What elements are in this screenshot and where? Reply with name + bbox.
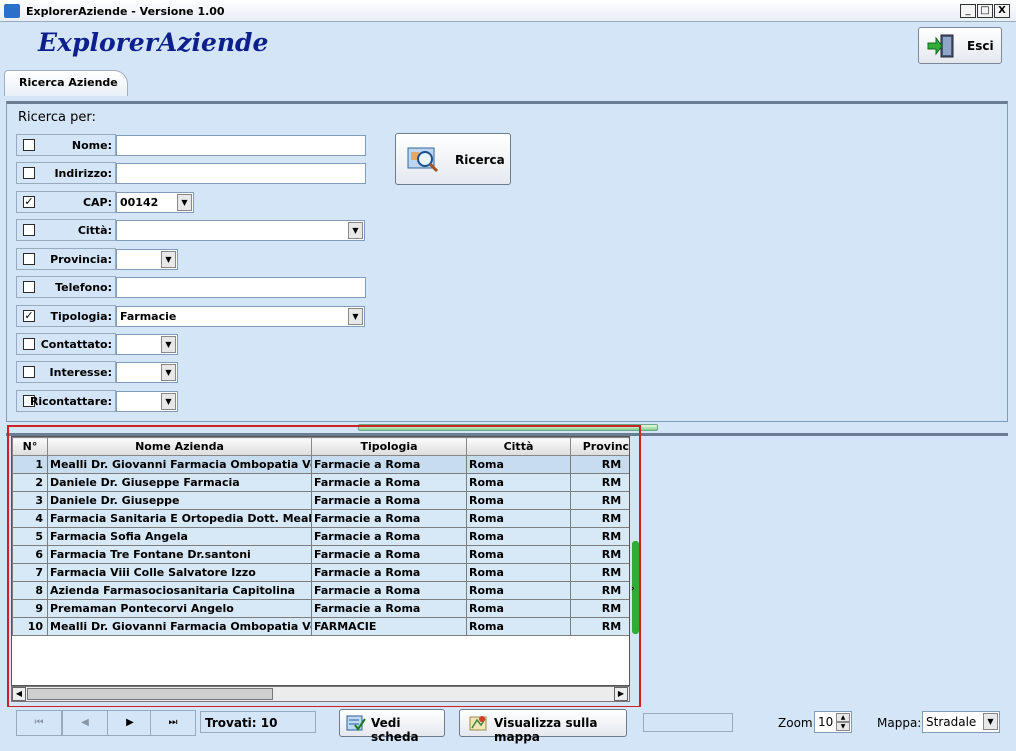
show-map-label: Visualizza sulla mappa [494,716,598,744]
indirizzo-label: Indirizzo: [54,167,112,180]
citta-checkbox[interactable] [23,224,35,236]
cap-checkbox[interactable]: ✓ [23,196,35,208]
card-check-icon [346,715,366,731]
filter-ricontattare: Ricontattare: [16,390,116,412]
filter-telefono: Telefono: [16,276,116,298]
zoom-value: 10 [818,715,834,729]
map-type-value: Stradale [926,715,977,729]
filter-interesse: Interesse: [16,361,116,383]
app-icon [4,4,20,18]
map-type-label: Mappa: [877,716,922,730]
chevron-down-icon[interactable]: ▼ [348,308,363,325]
tipologia-select[interactable]: Farmacie ▼ [116,306,365,327]
filter-cap: ✓ CAP: [16,191,116,213]
previous-record-button[interactable]: ◀ [62,710,108,736]
map-icon [469,716,487,731]
last-record-button[interactable]: ⏭ [150,710,196,736]
chevron-down-icon[interactable]: ▼ [161,393,176,410]
tipologia-label: Tipologia: [50,310,113,323]
zoom-down-icon[interactable]: ▼ [836,722,850,731]
search-icon [407,147,439,173]
tipologia-value: Farmacie [120,310,177,323]
chevron-down-icon[interactable]: ▼ [161,336,176,353]
interesse-checkbox[interactable] [23,366,35,378]
chevron-down-icon[interactable]: ▼ [983,713,998,730]
ricontattare-label: Ricontattare: [29,395,112,408]
exit-button[interactable]: Esci [918,27,1002,64]
citta-select[interactable]: ▼ [116,220,365,241]
app-brand: ExplorerAziende [38,28,269,57]
map-type-select[interactable]: Stradale ▼ [922,711,1000,733]
next-record-button[interactable]: ▶ [107,710,153,736]
filter-provincia: Provincia: [16,248,116,270]
filter-nome: Nome: [16,134,116,156]
progress-bar [643,713,733,732]
minimize-button[interactable]: _ [960,4,976,18]
provincia-checkbox[interactable] [23,253,35,265]
filter-indirizzo: Indirizzo: [16,162,116,184]
ricontattare-select[interactable]: ▼ [116,391,178,412]
search-button-label: Ricerca [455,153,505,167]
contattato-checkbox[interactable] [23,338,35,350]
provincia-label: Provincia: [50,253,112,266]
telefono-checkbox[interactable] [23,281,35,293]
results-highlight [7,425,641,708]
contattato-select[interactable]: ▼ [116,334,178,355]
filter-contattato: Contattato: [16,333,116,355]
window-title: ExplorerAziende - Versione 1.00 [26,5,225,18]
chevron-down-icon[interactable]: ▼ [177,194,192,211]
results-count: Trovati: 10 [200,711,316,733]
cap-select[interactable]: 00142 ▼ [116,192,194,213]
tipologia-checkbox[interactable]: ✓ [23,310,35,322]
search-heading: Ricerca per: [18,110,96,125]
citta-label: Città: [77,224,112,237]
provincia-select[interactable]: ▼ [116,249,178,270]
nome-label: Nome: [71,139,112,152]
nome-input[interactable] [116,135,366,156]
indirizzo-checkbox[interactable] [23,167,35,179]
exit-label: Esci [967,39,994,53]
zoom-stepper[interactable]: 10 ▲ ▼ [814,711,852,733]
telefono-label: Telefono: [55,281,112,294]
maximize-button[interactable]: □ [977,4,993,18]
view-card-button[interactable]: Vedi scheda [339,709,445,744]
cap-value: 00142 [120,196,159,209]
interesse-select[interactable]: ▼ [116,362,178,383]
show-map-button[interactable]: Visualizza sulla mappa [459,709,627,744]
interesse-label: Interesse: [49,366,112,379]
view-card-label: Vedi scheda [371,716,419,744]
title-bar: ExplorerAziende - Versione 1.00 _ □ X [0,0,1016,22]
zoom-label: Zoom [778,716,813,730]
telefono-input[interactable] [116,277,366,298]
chevron-down-icon[interactable]: ▼ [348,222,363,239]
contattato-label: Contattato: [40,338,112,351]
close-button[interactable]: X [994,4,1010,18]
nome-checkbox[interactable] [23,139,35,151]
filter-tipologia: ✓ Tipologia: [16,305,116,327]
chevron-down-icon[interactable]: ▼ [161,251,176,268]
zoom-up-icon[interactable]: ▲ [836,713,850,722]
cap-label: CAP: [82,196,112,209]
search-button[interactable]: Ricerca [395,133,511,185]
exit-door-icon [927,34,954,58]
tab-ricerca-aziende[interactable]: Ricerca Aziende [4,70,128,96]
chevron-down-icon[interactable]: ▼ [161,364,176,381]
first-record-button[interactable]: ⏮ [16,710,62,736]
filter-citta: Città: [16,219,116,241]
indirizzo-input[interactable] [116,163,366,184]
